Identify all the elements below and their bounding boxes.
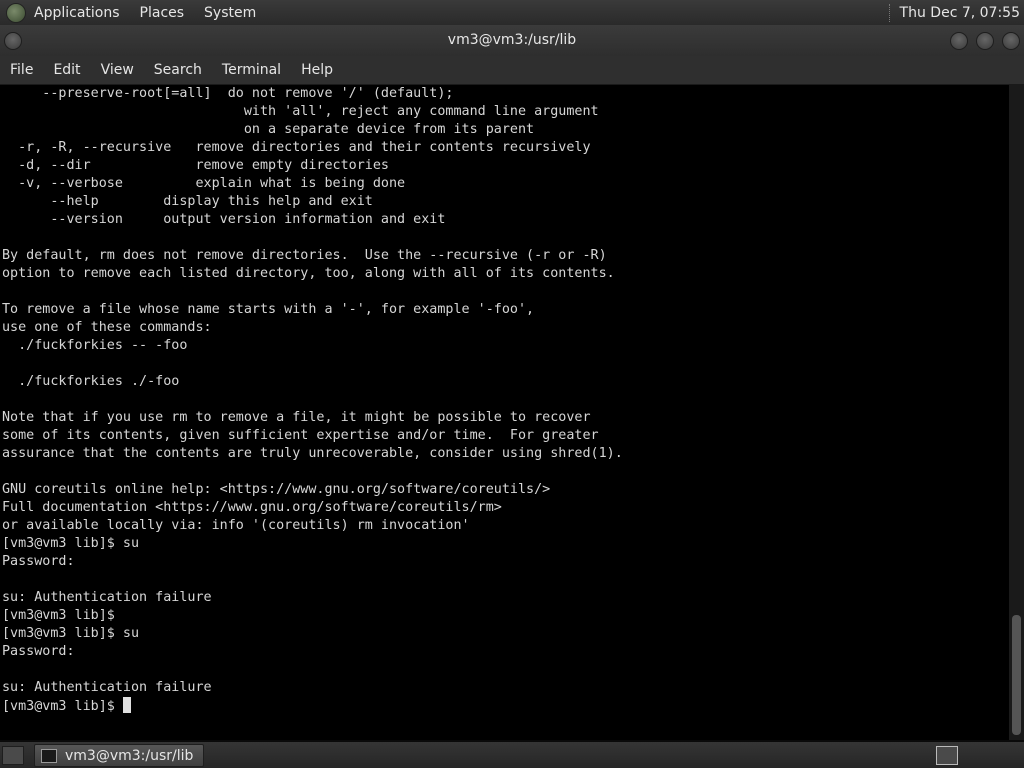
terminal-line: option to remove each listed directory, …: [2, 266, 615, 281]
menubar: File Edit View Search Terminal Help: [0, 56, 1024, 85]
terminal-scrollbar[interactable]: [1009, 85, 1024, 740]
window-titlebar[interactable]: vm3@vm3:/usr/lib: [0, 25, 1024, 56]
system-menu[interactable]: System: [204, 5, 256, 21]
terminal-line: GNU coreutils online help: <https://www.…: [2, 482, 551, 497]
menu-search[interactable]: Search: [144, 62, 212, 78]
menu-file[interactable]: File: [0, 62, 43, 78]
terminal-line: [vm3@vm3 lib]$ su: [2, 626, 140, 641]
terminal-line: By default, rm does not remove directori…: [2, 248, 607, 263]
terminal-line: some of its contents, given sufficient e…: [2, 428, 599, 443]
terminal-line: ./fuckforkies ./-foo: [2, 374, 180, 389]
terminal-line: [vm3@vm3 lib]$ su: [2, 536, 140, 551]
terminal-line: [vm3@vm3 lib]$: [2, 697, 1009, 715]
menu-help[interactable]: Help: [291, 62, 343, 78]
terminal-text: --preserve-root[=all] do not remove '/' …: [0, 85, 1009, 715]
terminal-cursor: [122, 697, 131, 713]
scrollbar-thumb[interactable]: [1012, 615, 1021, 735]
terminal-line: with 'all', reject any command line argu…: [2, 104, 599, 119]
terminal-line: Full documentation <https://www.gnu.org/…: [2, 500, 502, 515]
show-desktop-icon[interactable]: [2, 746, 24, 765]
terminal-line: [vm3@vm3 lib]$: [2, 608, 123, 623]
terminal-line: ./fuckforkies -- -foo: [2, 338, 188, 353]
workspace-switcher-icon[interactable]: [936, 746, 958, 765]
bottom-panel: vm3@vm3:/usr/lib: [0, 742, 1024, 768]
minimize-button[interactable]: [950, 32, 968, 50]
terminal-line: To remove a file whose name starts with …: [2, 302, 535, 317]
taskbar-label: vm3@vm3:/usr/lib: [65, 747, 194, 764]
gnome-foot-icon[interactable]: [6, 2, 26, 23]
places-menu[interactable]: Places: [140, 5, 185, 21]
close-button[interactable]: [1002, 32, 1020, 50]
terminal-line: su: Authentication failure: [2, 680, 212, 695]
terminal-line: assurance that the contents are truly un…: [2, 446, 623, 461]
terminal-line: on a separate device from its parent: [2, 122, 535, 137]
maximize-button[interactable]: [976, 32, 994, 50]
window-title: vm3@vm3:/usr/lib: [447, 32, 577, 48]
terminal-line: use one of these commands:: [2, 320, 212, 335]
menu-view[interactable]: View: [91, 62, 144, 78]
terminal-output[interactable]: --preserve-root[=all] do not remove '/' …: [0, 85, 1009, 740]
taskbar-terminal-window[interactable]: vm3@vm3:/usr/lib: [34, 744, 204, 767]
terminal-line: Note that if you use rm to remove a file…: [2, 410, 591, 425]
terminal-line: Password:: [2, 554, 83, 569]
applications-menu[interactable]: Applications: [34, 5, 120, 21]
menu-edit[interactable]: Edit: [43, 62, 90, 78]
terminal-line: or available locally via: info '(coreuti…: [2, 518, 470, 533]
terminal-line: -v, --verbose explain what is being done: [2, 176, 406, 191]
top-panel: Applications Places System Thu Dec 7, 07…: [0, 0, 1024, 25]
menu-terminal[interactable]: Terminal: [212, 62, 291, 78]
clock[interactable]: Thu Dec 7, 07:55: [900, 5, 1020, 21]
panel-separator: [888, 3, 892, 22]
terminal-line: su: Authentication failure: [2, 590, 212, 605]
terminal-icon: [41, 748, 57, 763]
terminal-line: --preserve-root[=all] do not remove '/' …: [2, 86, 454, 101]
terminal-line: -r, -R, --recursive remove directories a…: [2, 140, 591, 155]
terminal-line: Password:: [2, 644, 83, 659]
terminal-line: --version output version information and…: [2, 212, 446, 227]
terminal-line: -d, --dir remove empty directories: [2, 158, 389, 173]
terminal-line: --help display this help and exit: [2, 194, 373, 209]
